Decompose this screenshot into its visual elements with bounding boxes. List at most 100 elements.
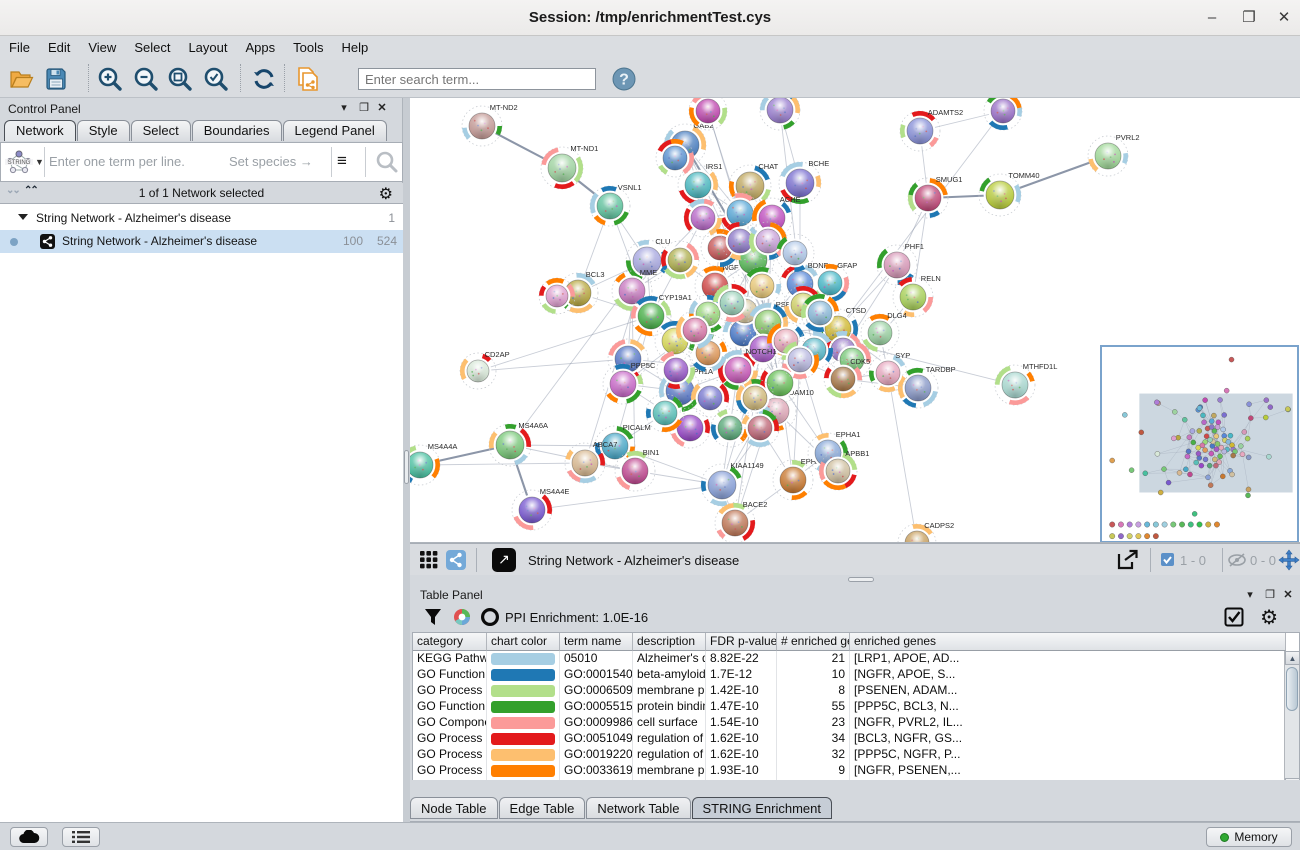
menu-item-layout[interactable]: Layout bbox=[179, 36, 236, 58]
column-header-enriched-genes[interactable]: # enriched genes bbox=[777, 633, 850, 651]
network-node[interactable] bbox=[661, 241, 699, 279]
open-session-icon[interactable] bbox=[6, 63, 38, 95]
table-row[interactable]: GO ComponentGO:0009986cell surface1.54E-… bbox=[413, 715, 1286, 731]
birds-eye-view[interactable] bbox=[1100, 345, 1299, 543]
table-row[interactable]: KEGG Pathways05010Alzheimer's dise...8.8… bbox=[413, 651, 1286, 667]
network-node-pvrl2[interactable]: PVRL2 bbox=[1088, 133, 1140, 176]
tab-edge-table[interactable]: Edge Table bbox=[499, 797, 586, 819]
string-search-icon[interactable] bbox=[375, 150, 399, 179]
network-node-ms4a4a[interactable]: MS4A4A bbox=[410, 442, 457, 485]
network-node-bace2[interactable]: BACE2 bbox=[715, 500, 767, 543]
minimize-button[interactable]: – bbox=[1199, 8, 1225, 28]
ring-chart-icon[interactable] bbox=[480, 607, 500, 632]
enrichment-settings-gear-icon[interactable]: ⚙ bbox=[1260, 605, 1278, 630]
zoom-in-icon[interactable] bbox=[94, 63, 126, 95]
panel-collapse-icon[interactable]: ▾ bbox=[336, 101, 352, 114]
column-header-term-name[interactable]: term name bbox=[560, 633, 633, 651]
menu-item-select[interactable]: Select bbox=[125, 36, 179, 58]
table-row[interactable]: GO ProcessGO:0006509membrane prot...1.42… bbox=[413, 683, 1286, 699]
tab-style[interactable]: Style bbox=[77, 120, 130, 141]
tab-legend-panel[interactable]: Legend Panel bbox=[283, 120, 387, 141]
tab-select[interactable]: Select bbox=[131, 120, 191, 141]
menu-item-edit[interactable]: Edit bbox=[39, 36, 79, 58]
column-header-description[interactable]: description bbox=[633, 633, 706, 651]
network-node-abca7[interactable]: ABCA7 bbox=[565, 440, 617, 483]
string-species-hint[interactable]: Set species → bbox=[229, 154, 313, 169]
tab-boundaries[interactable]: Boundaries bbox=[192, 120, 282, 141]
zoom-fit-icon[interactable] bbox=[164, 63, 196, 95]
network-node[interactable] bbox=[984, 98, 1022, 130]
splitter-grip[interactable] bbox=[848, 577, 874, 582]
string-options-icon[interactable]: ≡ bbox=[337, 151, 347, 171]
panel-float-icon[interactable]: ❐ bbox=[356, 101, 372, 114]
menu-item-tools[interactable]: Tools bbox=[284, 36, 332, 58]
string-share-icon[interactable] bbox=[446, 550, 466, 575]
panel-collapse-icon[interactable]: ▾ bbox=[1242, 588, 1258, 601]
cloud-button[interactable] bbox=[10, 827, 48, 847]
network-node-ms4a6a[interactable]: MS4A6A bbox=[489, 421, 548, 466]
network-node[interactable] bbox=[657, 351, 695, 389]
panel-close-icon[interactable]: ✕ bbox=[374, 101, 390, 114]
network-node-mthfd1l[interactable]: MTHFD1L bbox=[995, 362, 1057, 405]
table-row[interactable]: GO ProcessGO:0033619membrane prot...1.93… bbox=[413, 763, 1286, 779]
tab-string-enrichment[interactable]: STRING Enrichment bbox=[692, 797, 832, 819]
help-icon[interactable]: ? bbox=[608, 63, 640, 95]
network-node[interactable] bbox=[741, 409, 779, 447]
network-node-ppp5c[interactable]: PPP5C bbox=[603, 361, 656, 404]
splitter-grip[interactable] bbox=[404, 450, 409, 484]
column-header-FDR-p-value[interactable]: FDR p-value bbox=[706, 633, 777, 651]
network-node-vsnl1[interactable]: VSNL1 bbox=[590, 183, 642, 226]
table-row[interactable]: GO FunctionGO:0001540beta-amyloid bi...1… bbox=[413, 667, 1286, 683]
table-row[interactable]: GO ProcessGO:0019220regulation of ph...1… bbox=[413, 747, 1286, 763]
chart-donut-icon[interactable] bbox=[452, 607, 472, 632]
network-nodes[interactable]: MT-ND2MT-ND1VSNL1GAB2IRS1CHATBCHEACHEAPO… bbox=[410, 98, 1140, 543]
network-node-ms4a4e[interactable]: MS4A4E bbox=[512, 487, 569, 530]
tab-node-table[interactable]: Node Table bbox=[410, 797, 498, 819]
scroll-down-icon[interactable]: ▼ bbox=[1285, 778, 1300, 780]
column-header-chart-color[interactable]: chart color bbox=[487, 633, 560, 651]
menu-item-apps[interactable]: Apps bbox=[237, 36, 285, 58]
network-node-adamts2[interactable]: ADAMTS2 bbox=[900, 108, 963, 151]
grid-mode-icon[interactable] bbox=[420, 551, 438, 574]
zoom-out-icon[interactable] bbox=[130, 63, 162, 95]
menu-item-view[interactable]: View bbox=[79, 36, 125, 58]
network-node-tomm40[interactable]: TOMM40 bbox=[979, 171, 1040, 216]
network-node[interactable] bbox=[684, 199, 722, 237]
table-row[interactable]: GO ProcessGO:0050435beta-amyloid m...2.0… bbox=[413, 779, 1286, 780]
network-tree-row[interactable]: String Network - Alzheimer's disease1 bbox=[0, 207, 403, 230]
table-scrollbar[interactable]: ▲ ▼ bbox=[1284, 651, 1299, 780]
maximize-button[interactable]: ❐ bbox=[1236, 8, 1262, 28]
string-logo[interactable]: STRING bbox=[4, 148, 34, 176]
network-node-cadps2[interactable]: CADPS2 bbox=[898, 521, 954, 543]
string-query-placeholder[interactable]: Enter one term per line. bbox=[49, 154, 185, 169]
menu-item-file[interactable]: File bbox=[0, 36, 39, 58]
horizontal-splitter[interactable] bbox=[410, 575, 1300, 585]
navigator-move-icon[interactable] bbox=[1278, 549, 1300, 576]
open-in-string-button[interactable]: ↗ bbox=[492, 548, 516, 572]
export-network-icon[interactable] bbox=[1115, 548, 1139, 577]
vertical-splitter[interactable] bbox=[403, 98, 410, 822]
network-node-mt-nd1[interactable]: MT-ND1 bbox=[541, 144, 598, 189]
network-node[interactable] bbox=[646, 394, 684, 432]
search-input[interactable] bbox=[358, 68, 596, 90]
clone-network-icon[interactable] bbox=[292, 63, 324, 95]
save-session-icon[interactable] bbox=[40, 63, 72, 95]
refresh-icon[interactable] bbox=[248, 63, 280, 95]
panel-close-icon[interactable]: ✕ bbox=[1280, 588, 1296, 601]
network-tree-row[interactable]: String Network - Alzheimer's disease1005… bbox=[0, 230, 403, 253]
close-button[interactable]: ✕ bbox=[1271, 8, 1297, 28]
memory-button[interactable]: Memory bbox=[1206, 827, 1292, 847]
column-header-enriched-genes[interactable]: enriched genes bbox=[850, 633, 1286, 651]
panel-float-icon[interactable]: ❐ bbox=[1262, 588, 1278, 601]
tab-network-table[interactable]: Network Table bbox=[586, 797, 690, 819]
network-options-gear-icon[interactable]: ⚙ bbox=[379, 184, 393, 204]
network-node[interactable] bbox=[760, 98, 800, 130]
table-row[interactable]: GO FunctionGO:0005515protein binding1.47… bbox=[413, 699, 1286, 715]
scroll-up-icon[interactable]: ▲ bbox=[1285, 651, 1300, 665]
tab-network[interactable]: Network bbox=[4, 120, 76, 141]
filter-icon[interactable] bbox=[424, 608, 442, 631]
menu-item-help[interactable]: Help bbox=[333, 36, 378, 58]
zoom-selected-icon[interactable] bbox=[200, 63, 232, 95]
scrollbar-thumb[interactable] bbox=[1286, 667, 1298, 711]
table-row[interactable]: GO ProcessGO:0051049regulation of tra...… bbox=[413, 731, 1286, 747]
